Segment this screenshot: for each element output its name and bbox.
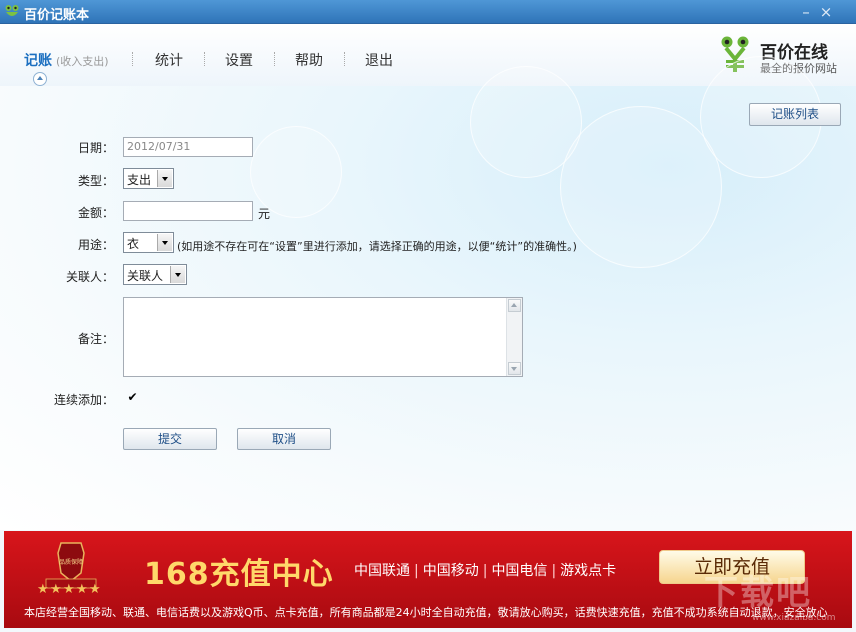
banner-title: 168充值中心 <box>144 557 334 592</box>
submit-button[interactable]: 提交 <box>123 428 217 450</box>
svg-text:★: ★ <box>37 582 49 597</box>
scroll-up-icon[interactable] <box>508 299 521 312</box>
carrier-mobile: 中国移动 <box>422 563 479 579</box>
cancel-button[interactable]: 取消 <box>237 428 331 450</box>
carrier-list: 中国联通 | 中国移动 | 中国电信 | 游戏点卡 <box>354 563 617 579</box>
continuous-add-checkbox[interactable]: ✔ <box>126 391 139 404</box>
purpose-select[interactable]: 衣 <box>123 232 174 253</box>
nav-help[interactable]: 帮助 <box>295 50 323 70</box>
chevron-down-icon[interactable] <box>170 266 185 283</box>
purpose-label: 用途： <box>77 238 114 252</box>
nav-settings[interactable]: 设置 <box>225 50 253 70</box>
nav-separator <box>344 52 346 66</box>
note-label: 备注： <box>77 332 114 346</box>
close-button[interactable]: × <box>816 2 836 22</box>
frog-app-icon <box>5 5 19 16</box>
bookkeeping-list-button[interactable]: 记账列表 <box>749 103 841 126</box>
type-select[interactable]: 支出 <box>123 168 174 189</box>
svg-text:★: ★ <box>63 582 75 597</box>
nav-separator <box>132 52 134 66</box>
purpose-select-value: 衣 <box>127 237 140 251</box>
badge-text: 品质保障 <box>59 558 83 566</box>
note-scrollbar[interactable] <box>506 298 522 376</box>
carrier-game-card: 游戏点卡 <box>560 563 617 579</box>
checkmark-icon: ✔ <box>127 390 138 404</box>
contact-select[interactable]: 关联人 <box>123 264 187 285</box>
nav-separator <box>204 52 206 66</box>
nav-exit[interactable]: 退出 <box>365 50 393 70</box>
amount-label: 金额： <box>77 206 114 220</box>
chevron-down-icon[interactable] <box>157 170 172 187</box>
type-select-value: 支出 <box>127 173 152 187</box>
svg-text:★: ★ <box>89 582 101 597</box>
app-window: 百价记账本 – × 记账 (收入支出) 统计 设置 帮助 退出 百价在线 最全的… <box>0 0 856 632</box>
amount-unit: 元 <box>258 207 271 221</box>
chevron-down-icon[interactable] <box>157 234 172 251</box>
minimize-button[interactable]: – <box>796 2 816 22</box>
contact-label: 关联人： <box>65 270 114 284</box>
date-label: 日期： <box>77 141 114 155</box>
nav-bookkeeping-label: 记账 <box>24 53 52 69</box>
date-field[interactable]: 2012/07/31 <box>123 137 253 157</box>
svg-text:★: ★ <box>50 582 62 597</box>
title-bar[interactable]: 百价记账本 – × <box>0 0 856 24</box>
window-title: 百价记账本 <box>24 8 90 23</box>
nav-separator <box>274 52 276 66</box>
bookkeeping-form-area: 记账列表 日期： 2012/07/31 类型： 支出 金额： 元 用途： 衣 (… <box>0 56 856 530</box>
decor-bubble <box>560 106 722 268</box>
svg-text:★: ★ <box>76 582 88 597</box>
amount-field[interactable] <box>123 201 253 221</box>
continuous-add-label: 连续添加： <box>53 393 114 407</box>
nav-bookkeeping[interactable]: 记账 (收入支出) <box>24 50 109 70</box>
nav-bookkeeping-sub: (收入支出) <box>56 55 109 68</box>
purpose-hint: (如用途不存在可在“设置”里进行添加，请选择正确的用途，以便“统计”的准确性。) <box>177 240 577 253</box>
contact-select-value: 关联人 <box>127 269 164 283</box>
quality-shield-badge-icon: 品质保障 ★ ★ ★ ★ ★ <box>37 542 101 597</box>
recharge-ad-banner[interactable]: 品质保障 ★ ★ ★ ★ ★ 168充值中心 中国联通 | 中国移动 | 中国电信 | 游戏… <box>4 531 852 628</box>
banner-footer-text: 本店经营全国移动、联通、电信话费以及游戏Q币、点卡充值，所有商品都是24小时全自… <box>24 606 828 619</box>
type-label: 类型： <box>77 174 114 188</box>
carrier-unicom: 中国联通 <box>354 563 410 579</box>
scroll-down-icon[interactable] <box>508 362 521 375</box>
active-tab-pointer-icon <box>33 72 47 86</box>
nav-statistics[interactable]: 统计 <box>155 50 183 70</box>
carrier-telecom: 中国电信 <box>491 563 548 579</box>
note-textarea[interactable] <box>123 297 523 377</box>
